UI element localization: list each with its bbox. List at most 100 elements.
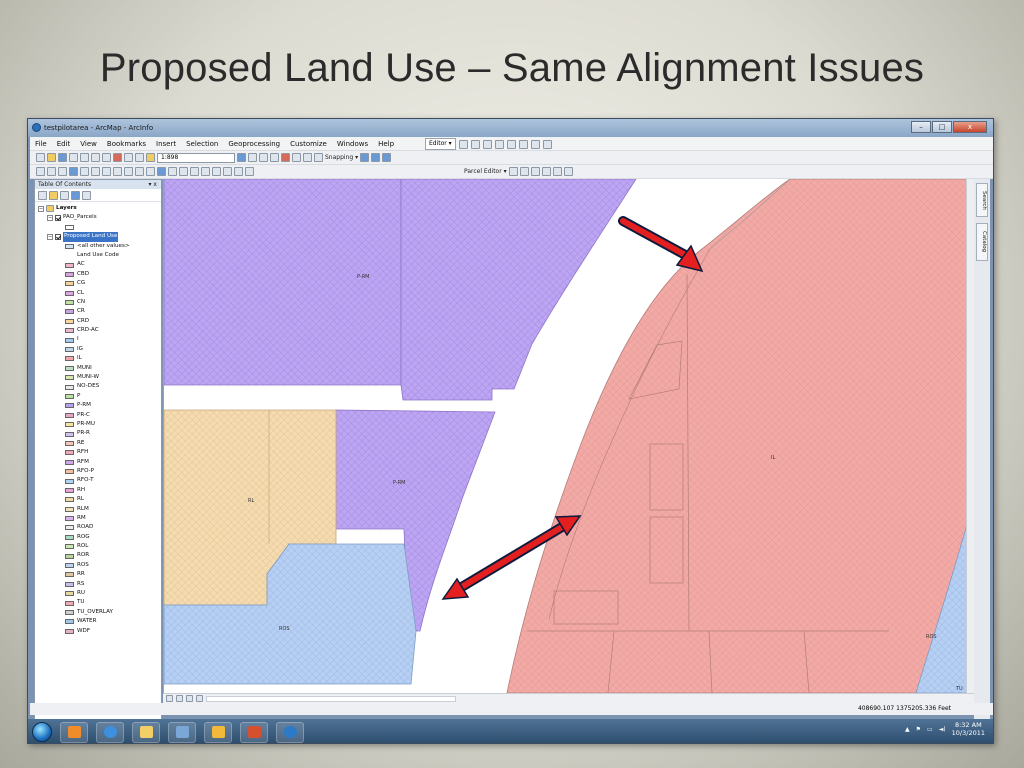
legend-item[interactable]: ROAD bbox=[35, 523, 161, 532]
sketch-properties-icon[interactable] bbox=[542, 139, 552, 149]
legend-item[interactable]: P-RM bbox=[35, 401, 161, 410]
network-tray-icon[interactable]: ▭ bbox=[927, 726, 933, 733]
legend-item[interactable]: CG bbox=[35, 279, 161, 288]
legend-item[interactable]: ROR bbox=[35, 551, 161, 560]
clock[interactable]: 8:32 AM 10/3/2011 bbox=[952, 721, 985, 737]
clear-selection-icon[interactable] bbox=[135, 167, 144, 176]
select-elements-icon[interactable] bbox=[146, 167, 155, 176]
layers-row[interactable]: − Layers bbox=[35, 204, 161, 213]
parcel-join-icon[interactable] bbox=[563, 167, 573, 176]
parcel-lines-icon[interactable] bbox=[519, 167, 529, 176]
zoom-in-icon[interactable] bbox=[36, 167, 45, 176]
legend-item[interactable]: RL bbox=[35, 495, 161, 504]
collapse-layers-icon[interactable]: − bbox=[38, 205, 44, 212]
parcel-adjust-icon[interactable] bbox=[552, 167, 562, 176]
legend-item[interactable]: MUNI bbox=[35, 364, 161, 373]
taskbar-file-explorer[interactable] bbox=[132, 721, 160, 743]
pao-parcels-checkbox[interactable] bbox=[55, 215, 61, 222]
menu-view[interactable]: View bbox=[75, 140, 102, 148]
html-popup-icon[interactable] bbox=[179, 167, 188, 176]
pause-drawing-icon[interactable] bbox=[196, 695, 203, 702]
split-tool-icon[interactable] bbox=[506, 139, 516, 149]
cut-icon[interactable] bbox=[80, 153, 89, 162]
legend-item[interactable]: RE bbox=[35, 439, 161, 448]
find-icon[interactable] bbox=[201, 167, 210, 176]
legend-item[interactable]: IL bbox=[35, 354, 161, 363]
select-features-icon[interactable] bbox=[124, 167, 133, 176]
legend-item[interactable]: NO-DES bbox=[35, 382, 161, 391]
legend-item[interactable]: PR-C bbox=[35, 411, 161, 420]
zoom-out-icon[interactable] bbox=[47, 167, 56, 176]
copy-icon[interactable] bbox=[91, 153, 100, 162]
legend-item[interactable]: PR-MU bbox=[35, 420, 161, 429]
search-window-icon[interactable] bbox=[270, 153, 279, 162]
taskbar-arcmap[interactable] bbox=[276, 721, 304, 743]
catalog-tab[interactable]: Catalog bbox=[976, 223, 988, 261]
list-by-drawing-order-icon[interactable] bbox=[38, 190, 47, 200]
parcel-prm-top-left[interactable] bbox=[164, 179, 402, 386]
legend-item[interactable]: IG bbox=[35, 345, 161, 354]
parcel-details-icon[interactable] bbox=[530, 167, 540, 176]
show-hidden-icons-icon[interactable]: ▲ bbox=[905, 726, 910, 733]
save-icon[interactable] bbox=[58, 153, 67, 162]
search-tab[interactable]: Search bbox=[976, 183, 988, 217]
legend-item[interactable]: CL bbox=[35, 289, 161, 298]
menu-edit[interactable]: Edit bbox=[52, 140, 76, 148]
taskbar-powerpoint[interactable] bbox=[240, 721, 268, 743]
legend-item[interactable]: CR bbox=[35, 307, 161, 316]
maximize-button[interactable]: □ bbox=[932, 121, 952, 133]
catalog-window-icon[interactable] bbox=[259, 153, 268, 162]
action-center-flag-icon[interactable]: ⚑ bbox=[916, 726, 921, 733]
menu-file[interactable]: File bbox=[30, 140, 52, 148]
full-extent-icon[interactable] bbox=[69, 167, 78, 176]
map-scale-field[interactable]: 1:898 bbox=[157, 152, 235, 163]
parcel-editor-menu[interactable]: Parcel Editor ▾ bbox=[464, 168, 507, 175]
layer-row-pao-parcels[interactable]: − PAO_Parcels bbox=[35, 213, 161, 222]
sketch-tool-icon[interactable] bbox=[470, 139, 480, 149]
redo-icon[interactable] bbox=[135, 153, 144, 162]
refresh-icon[interactable] bbox=[186, 695, 193, 702]
open-icon[interactable] bbox=[47, 153, 56, 162]
menu-geoprocessing[interactable]: Geoprocessing bbox=[223, 140, 285, 148]
snapping-menu[interactable]: Snapping ▾ bbox=[325, 154, 358, 161]
legend-item[interactable]: WDF bbox=[35, 627, 161, 636]
legend-item[interactable]: RH bbox=[35, 486, 161, 495]
fixed-zoom-out-icon[interactable] bbox=[91, 167, 100, 176]
menu-help[interactable]: Help bbox=[373, 140, 399, 148]
time-slider-icon[interactable] bbox=[234, 167, 243, 176]
measure-icon[interactable] bbox=[190, 167, 199, 176]
model-builder-icon[interactable] bbox=[303, 153, 312, 162]
legend-item[interactable]: PR-R bbox=[35, 429, 161, 438]
end-snapping-icon[interactable] bbox=[371, 153, 381, 162]
point-snapping-icon[interactable] bbox=[360, 153, 370, 162]
layout-view-icon[interactable] bbox=[176, 695, 183, 702]
list-by-visibility-icon[interactable] bbox=[60, 190, 69, 200]
back-extent-icon[interactable] bbox=[102, 167, 111, 176]
legend-item[interactable]: ROL bbox=[35, 542, 161, 551]
menu-bookmarks[interactable]: Bookmarks bbox=[102, 140, 151, 148]
forward-extent-icon[interactable] bbox=[113, 167, 122, 176]
list-by-source-icon[interactable] bbox=[49, 190, 58, 200]
start-button[interactable] bbox=[32, 722, 52, 742]
legend-item[interactable]: RFO-P bbox=[35, 467, 161, 476]
menu-insert[interactable]: Insert bbox=[151, 140, 181, 148]
legend-item[interactable]: RU bbox=[35, 589, 161, 598]
print-icon[interactable] bbox=[69, 153, 78, 162]
rotate-tool-icon[interactable] bbox=[518, 139, 528, 149]
legend-item[interactable]: CN bbox=[35, 298, 161, 307]
new-document-icon[interactable] bbox=[36, 153, 45, 162]
undo-icon[interactable] bbox=[124, 153, 133, 162]
legend-item[interactable]: TU bbox=[35, 598, 161, 607]
python-window-icon[interactable] bbox=[292, 153, 301, 162]
hyperlink-icon[interactable] bbox=[168, 167, 177, 176]
legend-item[interactable]: RFM bbox=[35, 458, 161, 467]
legend-item[interactable]: TU_OVERLAY bbox=[35, 608, 161, 617]
map-canvas[interactable]: P-RM P-RM RL ROS ROS IL TU bbox=[164, 179, 966, 693]
go-to-xy-icon[interactable] bbox=[223, 167, 232, 176]
legend-item[interactable]: P bbox=[35, 392, 161, 401]
legend-item[interactable]: MUNI-W bbox=[35, 373, 161, 382]
parcel-tool-icon[interactable] bbox=[508, 167, 518, 176]
map-view[interactable]: P-RM P-RM RL ROS ROS IL TU bbox=[163, 179, 966, 693]
proposed-land-use-checkbox[interactable] bbox=[55, 233, 61, 240]
legend-item[interactable]: WATER bbox=[35, 617, 161, 626]
